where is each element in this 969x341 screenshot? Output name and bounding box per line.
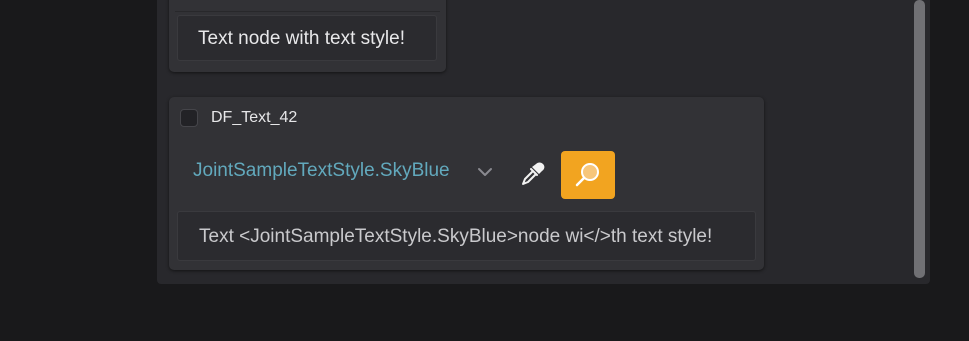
scrollbar-thumb[interactable] — [914, 0, 925, 278]
text-style-dropdown[interactable]: JointSampleTextStyle.SkyBlue — [193, 159, 450, 183]
text-preview: Text <JointSampleTextStyle.SkyBlue>node … — [177, 211, 756, 261]
eyedropper-icon[interactable] — [520, 160, 546, 186]
magnifier-icon — [575, 163, 599, 187]
text-preview: Text node with text style! — [177, 15, 437, 61]
text-node-df-text-42[interactable]: DF_Text_42 JointSampleTextStyle.SkyBlue … — [169, 97, 764, 270]
vertical-scrollbar[interactable] — [914, 0, 925, 278]
text-node-1[interactable]: Text node with text style! — [169, 0, 446, 72]
node-title: DF_Text_42 — [211, 109, 298, 126]
node-checkbox[interactable] — [180, 109, 198, 127]
node-header-divider — [175, 11, 440, 12]
chevron-down-icon[interactable] — [476, 165, 494, 179]
inspect-button[interactable] — [561, 151, 615, 199]
